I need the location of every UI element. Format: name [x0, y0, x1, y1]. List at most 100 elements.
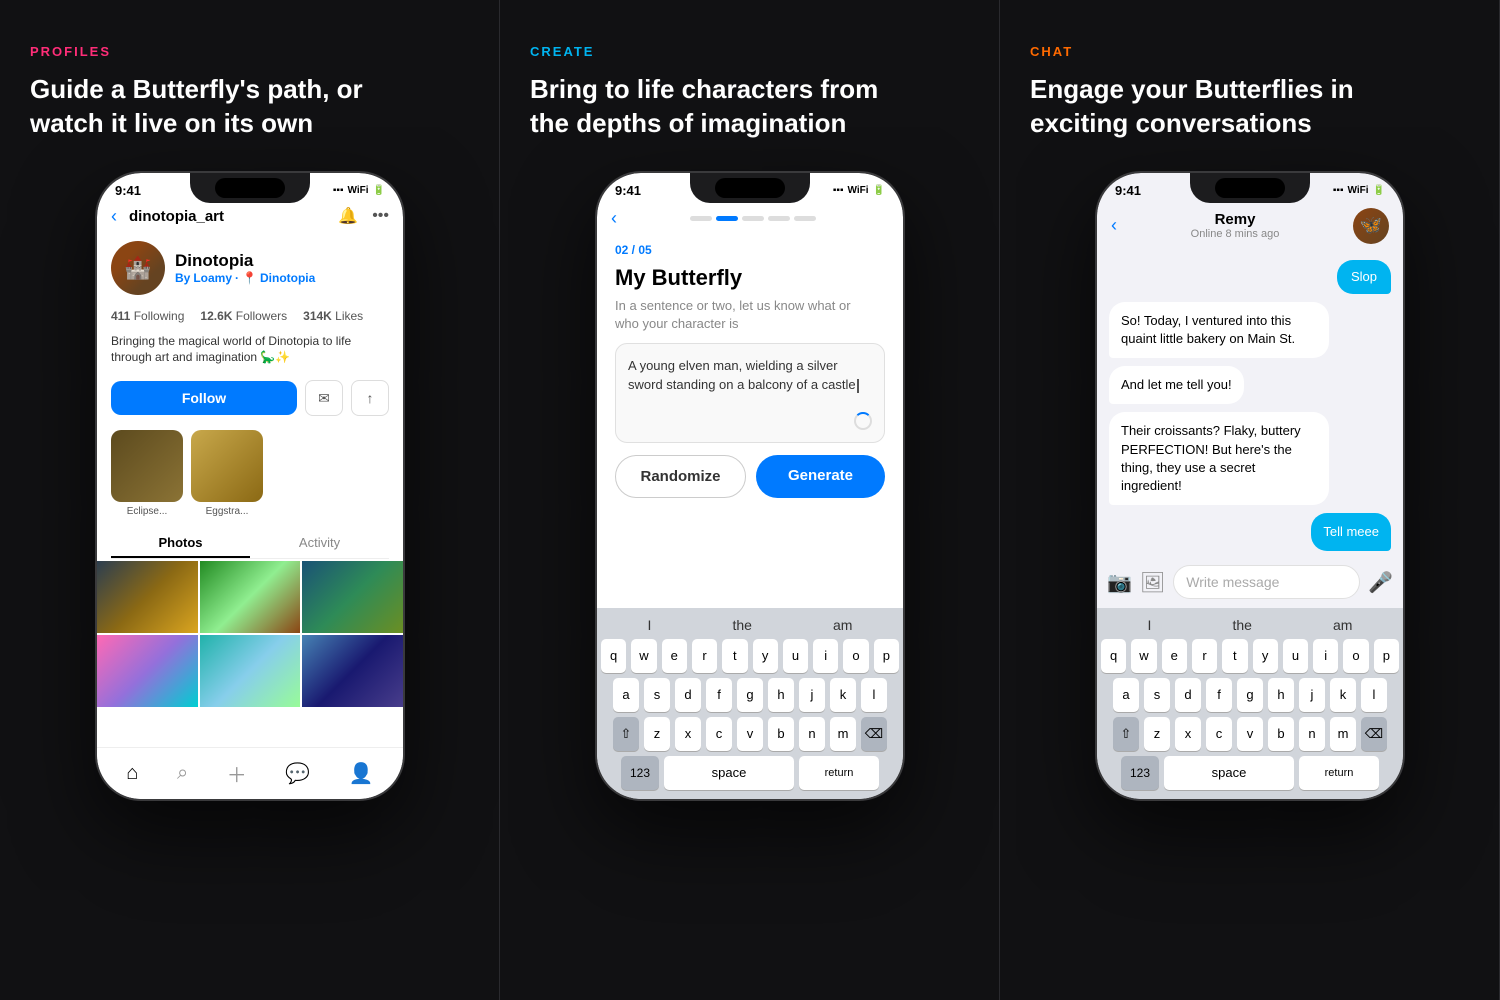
quick-I[interactable]: I: [648, 617, 652, 633]
contact-avatar[interactable]: 🦋: [1353, 208, 1389, 244]
c3-key-d[interactable]: d: [1175, 678, 1201, 712]
share-button[interactable]: ↑: [351, 380, 389, 416]
quick-am[interactable]: am: [833, 617, 852, 633]
c3-key-f[interactable]: f: [1206, 678, 1232, 712]
nav-profile-icon[interactable]: 👤: [349, 761, 374, 786]
key-num[interactable]: 123: [621, 756, 659, 790]
quick-the[interactable]: the: [732, 617, 751, 633]
grid-cell-1[interactable]: [97, 561, 198, 633]
key-x[interactable]: x: [675, 717, 701, 751]
p1-back-icon[interactable]: ‹: [111, 206, 117, 227]
c3-key-q[interactable]: q: [1101, 639, 1126, 673]
quick-am-3[interactable]: am: [1333, 617, 1352, 633]
c3-key-w[interactable]: w: [1131, 639, 1156, 673]
c3-key-shift[interactable]: ⇧: [1113, 717, 1139, 751]
key-c[interactable]: c: [706, 717, 732, 751]
nav-inbox-icon[interactable]: 💬: [285, 761, 310, 786]
c3-key-v[interactable]: v: [1237, 717, 1263, 751]
c3-key-z[interactable]: z: [1144, 717, 1170, 751]
key-t[interactable]: t: [722, 639, 747, 673]
key-delete[interactable]: ⌫: [861, 717, 887, 751]
key-q[interactable]: q: [601, 639, 626, 673]
key-l[interactable]: l: [861, 678, 887, 712]
key-f[interactable]: f: [706, 678, 732, 712]
tab-photos[interactable]: Photos: [111, 529, 250, 558]
key-z[interactable]: z: [644, 717, 670, 751]
c3-key-num[interactable]: 123: [1121, 756, 1159, 790]
message-button[interactable]: ✉: [305, 380, 343, 416]
key-shift[interactable]: ⇧: [613, 717, 639, 751]
mic-icon[interactable]: 🎤: [1368, 570, 1393, 595]
p2-textarea[interactable]: A young elven man, wielding a silver swo…: [615, 343, 885, 443]
tab-activity[interactable]: Activity: [250, 529, 389, 558]
c3-key-return[interactable]: return: [1299, 756, 1379, 790]
quick-I-3[interactable]: I: [1148, 617, 1152, 633]
key-e[interactable]: e: [662, 639, 687, 673]
c3-key-t[interactable]: t: [1222, 639, 1247, 673]
key-y[interactable]: y: [753, 639, 778, 673]
c3-key-n[interactable]: n: [1299, 717, 1325, 751]
grid-cell-3[interactable]: [302, 561, 403, 633]
c3-key-a[interactable]: a: [1113, 678, 1139, 712]
gallery-icon[interactable]: 🖼: [1140, 570, 1165, 595]
key-i[interactable]: i: [813, 639, 838, 673]
bell-icon[interactable]: 🔔: [338, 206, 358, 226]
c3-key-h[interactable]: h: [1268, 678, 1294, 712]
message-input[interactable]: Write message: [1173, 565, 1360, 599]
album-1[interactable]: Eclipse...: [111, 430, 183, 517]
key-w[interactable]: w: [631, 639, 656, 673]
c3-key-i[interactable]: i: [1313, 639, 1338, 673]
camera-icon[interactable]: 📷: [1107, 570, 1132, 595]
c3-key-l[interactable]: l: [1361, 678, 1387, 712]
status-icons-1: ▪▪▪ WiFi 🔋: [333, 185, 385, 196]
key-r[interactable]: r: [692, 639, 717, 673]
key-n[interactable]: n: [799, 717, 825, 751]
album-2[interactable]: Eggstra...: [191, 430, 263, 517]
p1-avatar: 🏰: [111, 241, 165, 295]
grid-cell-4[interactable]: [97, 635, 198, 707]
key-j[interactable]: j: [799, 678, 825, 712]
key-o[interactable]: o: [843, 639, 868, 673]
follow-button[interactable]: Follow: [111, 381, 297, 415]
key-u[interactable]: u: [783, 639, 808, 673]
key-h[interactable]: h: [768, 678, 794, 712]
p3-back-icon[interactable]: ‹: [1111, 215, 1117, 236]
key-m[interactable]: m: [830, 717, 856, 751]
key-p[interactable]: p: [874, 639, 899, 673]
key-b[interactable]: b: [768, 717, 794, 751]
more-icon[interactable]: •••: [372, 207, 389, 225]
nav-add-icon[interactable]: ＋: [227, 759, 247, 788]
c3-key-c[interactable]: c: [1206, 717, 1232, 751]
c3-key-m[interactable]: m: [1330, 717, 1356, 751]
key-space[interactable]: space: [664, 756, 794, 790]
c3-key-s[interactable]: s: [1144, 678, 1170, 712]
c3-key-g[interactable]: g: [1237, 678, 1263, 712]
key-v[interactable]: v: [737, 717, 763, 751]
key-d[interactable]: d: [675, 678, 701, 712]
generate-button[interactable]: Generate: [756, 455, 885, 498]
grid-cell-2[interactable]: [200, 561, 301, 633]
nav-search-icon[interactable]: ⌕: [177, 762, 188, 785]
quick-the-3[interactable]: the: [1232, 617, 1251, 633]
c3-key-o[interactable]: o: [1343, 639, 1368, 673]
randomize-button[interactable]: Randomize: [615, 455, 746, 498]
c3-key-e[interactable]: e: [1162, 639, 1187, 673]
grid-cell-5[interactable]: [200, 635, 301, 707]
c3-key-u[interactable]: u: [1283, 639, 1308, 673]
c3-key-k[interactable]: k: [1330, 678, 1356, 712]
nav-home-icon[interactable]: ⌂: [126, 762, 138, 785]
key-g[interactable]: g: [737, 678, 763, 712]
c3-key-r[interactable]: r: [1192, 639, 1217, 673]
c3-key-b[interactable]: b: [1268, 717, 1294, 751]
key-return[interactable]: return: [799, 756, 879, 790]
c3-key-p[interactable]: p: [1374, 639, 1399, 673]
c3-key-space[interactable]: space: [1164, 756, 1294, 790]
c3-key-y[interactable]: y: [1253, 639, 1278, 673]
key-s[interactable]: s: [644, 678, 670, 712]
grid-cell-6[interactable]: [302, 635, 403, 707]
key-a[interactable]: a: [613, 678, 639, 712]
c3-key-j[interactable]: j: [1299, 678, 1325, 712]
c3-key-x[interactable]: x: [1175, 717, 1201, 751]
c3-key-delete[interactable]: ⌫: [1361, 717, 1387, 751]
key-k[interactable]: k: [830, 678, 856, 712]
